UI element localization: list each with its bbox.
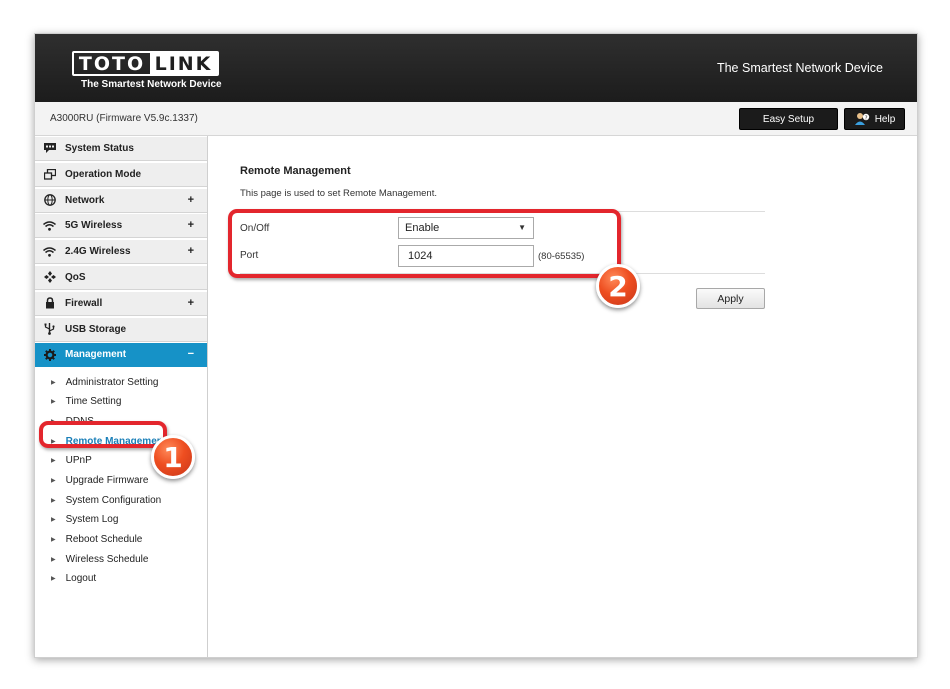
triangle-right-icon: ▶ (51, 399, 56, 406)
highlight-box-remote-management (39, 421, 167, 448)
chat-bubble-icon (43, 142, 56, 155)
router-admin-window: TOTO LINK The Smartest Network Device Th… (34, 33, 918, 658)
submenu-item-administrator-setting[interactable]: ▶ Administrator Setting (35, 372, 207, 392)
subheader-bar: A3000RU (Firmware V5.9c.1337) Easy Setup… (35, 102, 917, 136)
globe-icon (43, 194, 56, 207)
expand-plus-icon[interactable]: + (188, 245, 194, 257)
highlight-box-settings (228, 209, 621, 278)
submenu-item-logout[interactable]: ▶ Logout (35, 569, 207, 589)
submenu-item-label: Upgrade Firmware (65, 474, 149, 486)
triangle-right-icon: ▶ (51, 477, 56, 484)
sidebar: System Status Operation Mode Network + 5… (35, 136, 208, 657)
triangle-right-icon: ▶ (51, 379, 56, 386)
logo-tagline: The Smartest Network Device (81, 79, 222, 90)
submenu-item-label: Wireless Schedule (65, 553, 149, 565)
submenu-item-label: Time Setting (65, 396, 122, 408)
firmware-version: A3000RU (Firmware V5.9c.1337) (50, 113, 198, 124)
lock-icon (43, 297, 56, 310)
sidebar-item-label: 5G Wireless (65, 220, 123, 232)
sidebar-item-label: QoS (65, 271, 86, 283)
help-person-icon: ? (854, 112, 870, 126)
sidebar-item-label: 2.4G Wireless (65, 246, 131, 258)
sidebar-item-label: System Status (65, 143, 134, 154)
triangle-right-icon: ▶ (51, 556, 56, 563)
step-badge-2: 2 (596, 264, 640, 308)
sidebar-item-label: USB Storage (65, 323, 127, 335)
sidebar-item-firewall[interactable]: Firewall + (35, 291, 207, 316)
sidebar-item-operation-mode[interactable]: Operation Mode (35, 162, 207, 187)
header-tagline: The Smartest Network Device (716, 61, 883, 75)
submenu-item-label: System Log (65, 514, 119, 526)
triangle-right-icon: ▶ (51, 517, 56, 524)
expand-plus-icon[interactable]: + (188, 194, 194, 206)
submenu-item-reboot-schedule[interactable]: ▶ Reboot Schedule (35, 530, 207, 550)
wifi-icon (43, 219, 56, 232)
submenu-item-system-log[interactable]: ▶ System Log (35, 510, 207, 530)
sidebar-item-usb-storage[interactable]: USB Storage (35, 317, 207, 342)
sidebar-item-label: Operation Mode (65, 168, 142, 180)
submenu-item-wireless-schedule[interactable]: ▶ Wireless Schedule (35, 549, 207, 569)
logo-text-right: LINK (150, 53, 217, 75)
sidebar-item-label: Network (65, 194, 105, 206)
qos-icon (43, 271, 56, 284)
sidebar-item-label: Management (65, 349, 127, 361)
sidebar-item-2-4g-wireless[interactable]: 2.4G Wireless + (35, 240, 207, 265)
windows-icon (43, 168, 56, 181)
submenu-item-label: Logout (65, 573, 97, 585)
page-title: Remote Management (240, 165, 351, 177)
submenu-item-label: Administrator Setting (65, 376, 159, 388)
sidebar-item-5g-wireless[interactable]: 5G Wireless + (35, 214, 207, 239)
sidebar-item-network[interactable]: Network + (35, 188, 207, 213)
totolink-logo: TOTO LINK (72, 51, 219, 76)
easy-setup-button[interactable]: Easy Setup (739, 108, 838, 130)
sidebar-item-label: Firewall (65, 297, 103, 309)
apply-button[interactable]: Apply (696, 288, 765, 309)
sidebar-item-qos[interactable]: QoS (35, 265, 207, 290)
submenu-item-system-configuration[interactable]: ▶ System Configuration (35, 490, 207, 510)
svg-text:?: ? (864, 115, 867, 121)
usb-icon (43, 323, 56, 336)
wifi-icon (43, 245, 56, 258)
help-button[interactable]: ? Help (844, 108, 905, 130)
sidebar-item-system-status[interactable]: System Status (35, 137, 207, 161)
submenu-item-label: System Configuration (65, 494, 162, 506)
step-badge-1: 1 (151, 435, 195, 479)
submenu-item-label: Reboot Schedule (65, 534, 143, 546)
expand-plus-icon[interactable]: + (188, 297, 194, 309)
expand-plus-icon[interactable]: + (188, 219, 194, 231)
page-description: This page is used to set Remote Manageme… (240, 188, 437, 199)
triangle-right-icon: ▶ (51, 458, 56, 465)
sidebar-item-management[interactable]: Management − (35, 343, 207, 368)
help-button-label: Help (874, 113, 896, 125)
management-submenu: ▶ Administrator Setting ▶ Time Setting ▶ DD… (35, 369, 207, 589)
header: TOTO LINK The Smartest Network Device Th… (35, 34, 917, 102)
gear-icon (43, 348, 56, 361)
collapse-minus-icon[interactable]: − (188, 348, 194, 360)
submenu-item-time-setting[interactable]: ▶ Time Setting (35, 392, 207, 412)
triangle-right-icon: ▶ (51, 537, 56, 544)
submenu-item-label: UPnP (65, 455, 92, 467)
triangle-right-icon: ▶ (51, 576, 56, 583)
triangle-right-icon: ▶ (51, 497, 56, 504)
logo-text-left: TOTO (78, 52, 146, 75)
